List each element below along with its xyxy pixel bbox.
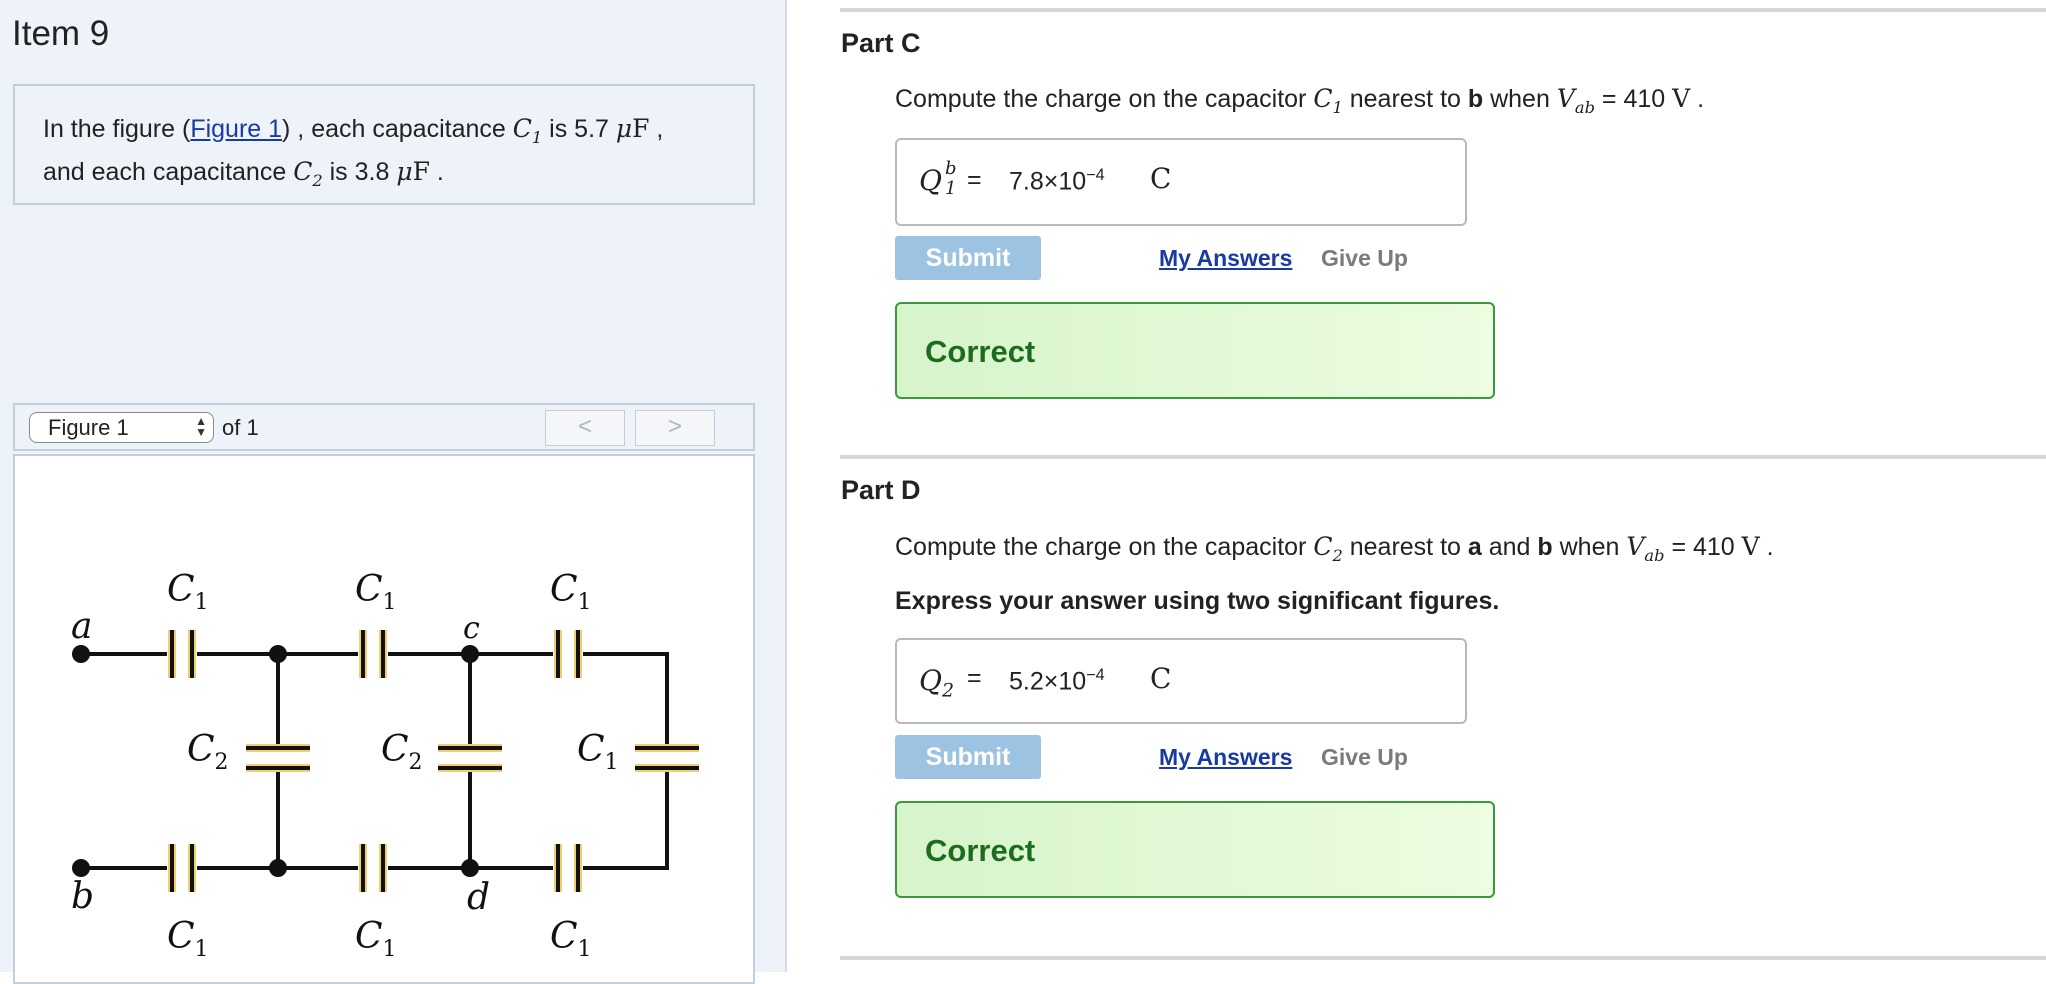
next-figure-button[interactable]: >: [635, 410, 715, 446]
figure-select-value: Figure 1: [48, 415, 129, 440]
answer-variable: Q2: [919, 664, 955, 702]
problem-panel: Item 9 In the figure (Figure 1) , each c…: [0, 0, 787, 984]
unit-farad: F: [412, 157, 430, 186]
problem-text: is 5.7: [542, 115, 616, 143]
problem-text: ,: [649, 115, 664, 143]
problem-text: ) , each capacitance: [282, 115, 513, 143]
figure-link[interactable]: Figure 1: [190, 115, 282, 143]
cap-label-c1: C1: [167, 916, 209, 962]
figure-count: of 1: [222, 415, 259, 440]
answer-equals: =: [967, 166, 982, 194]
problem-text: is 3.8: [322, 158, 397, 186]
node-label-d: d: [467, 877, 490, 918]
problem-text: and each capacitance: [43, 158, 294, 186]
unit-micro: μ: [396, 157, 413, 186]
junction-node: [269, 859, 287, 877]
item-title: Item 9: [12, 14, 110, 53]
select-arrows-icon: ▲ ▼: [195, 414, 207, 439]
problem-text: .: [429, 158, 444, 186]
part-c-my-answers-link[interactable]: My Answers: [1159, 245, 1292, 272]
symbol-vab: Vab: [1626, 532, 1665, 565]
answer-unit: C: [1150, 662, 1172, 695]
symbol-c2: C2: [293, 157, 323, 190]
symbol-vab: Vab: [1556, 84, 1595, 117]
feedback-text: Correct: [925, 334, 1036, 369]
cap-label-c1: C1: [577, 729, 619, 775]
node-label-c: c: [463, 611, 480, 646]
part-d-my-answers-link[interactable]: My Answers: [1159, 744, 1292, 771]
cap-label-c1: C1: [355, 569, 397, 615]
figure-toolbar: Figure 1 ▲ ▼ of 1 < >: [13, 403, 755, 451]
answer-unit: C: [1150, 162, 1172, 195]
answer-value: 7.8×10−4: [1009, 166, 1105, 196]
cap-label-c2: C2: [381, 729, 423, 775]
part-divider: [840, 455, 2046, 459]
cap-label-c2: C2: [187, 729, 229, 775]
part-d-instruction: Express your answer using two significan…: [895, 587, 1500, 615]
part-c-title: Part C: [841, 28, 921, 58]
part-c-question: Compute the charge on the capacitor C1 n…: [895, 84, 1705, 117]
cap-label-c1: C1: [550, 916, 592, 962]
cap-label-c1: C1: [167, 569, 209, 615]
junction-node-c: [461, 645, 479, 663]
unit-farad: F: [632, 114, 650, 143]
part-c-feedback: Correct: [895, 302, 1495, 399]
terminal-b: [72, 859, 90, 877]
figure-select[interactable]: Figure 1 ▲ ▼: [29, 412, 214, 443]
part-d-question: Compute the charge on the capacitor C2 n…: [895, 532, 1774, 565]
part-divider: [840, 956, 2046, 960]
symbol-c2: C2: [1313, 532, 1343, 565]
answer-equals: =: [967, 664, 982, 692]
part-divider: [840, 8, 2046, 12]
circuit-diagram: a b c d C1 C1 C1 C2 C2 C1 C1 C1 C1: [71, 569, 699, 962]
junction-node: [269, 645, 287, 663]
feedback-text: Correct: [925, 833, 1036, 868]
node-label-b: b: [71, 876, 94, 917]
horizontal-capacitors: [168, 630, 582, 892]
node-label-a: a: [71, 606, 92, 647]
figure-panel: a b c d C1 C1 C1 C2 C2 C1 C1 C1 C1: [13, 454, 755, 984]
part-d-title: Part D: [841, 475, 921, 505]
part-d-answer-box[interactable]: Q2 = 5.2×10−4 C: [895, 638, 1467, 724]
symbol-c1: C1: [1313, 84, 1343, 117]
part-d-give-up-link[interactable]: Give Up: [1321, 744, 1408, 771]
answer-variable: Qb1: [919, 158, 957, 199]
part-c-give-up-link[interactable]: Give Up: [1321, 245, 1408, 272]
part-c-answer-box[interactable]: Qb1 = 7.8×10−4 C: [895, 138, 1467, 226]
terminal-a: [72, 645, 90, 663]
problem-statement: In the figure (Figure 1) , each capacita…: [13, 84, 755, 205]
answer-value: 5.2×10−4: [1009, 666, 1105, 696]
symbol-c1: C1: [512, 114, 543, 147]
cap-label-c1: C1: [355, 916, 397, 962]
cap-label-c1: C1: [550, 569, 592, 615]
part-c-submit-button[interactable]: Submit: [895, 236, 1041, 280]
part-d-submit-button[interactable]: Submit: [895, 735, 1041, 779]
unit-micro: μ: [615, 114, 633, 143]
junction-node-d: [461, 859, 479, 877]
part-d-feedback: Correct: [895, 801, 1495, 898]
prev-figure-button[interactable]: <: [545, 410, 625, 446]
vertical-capacitors: [246, 744, 699, 772]
problem-text: In the figure (: [43, 115, 191, 143]
